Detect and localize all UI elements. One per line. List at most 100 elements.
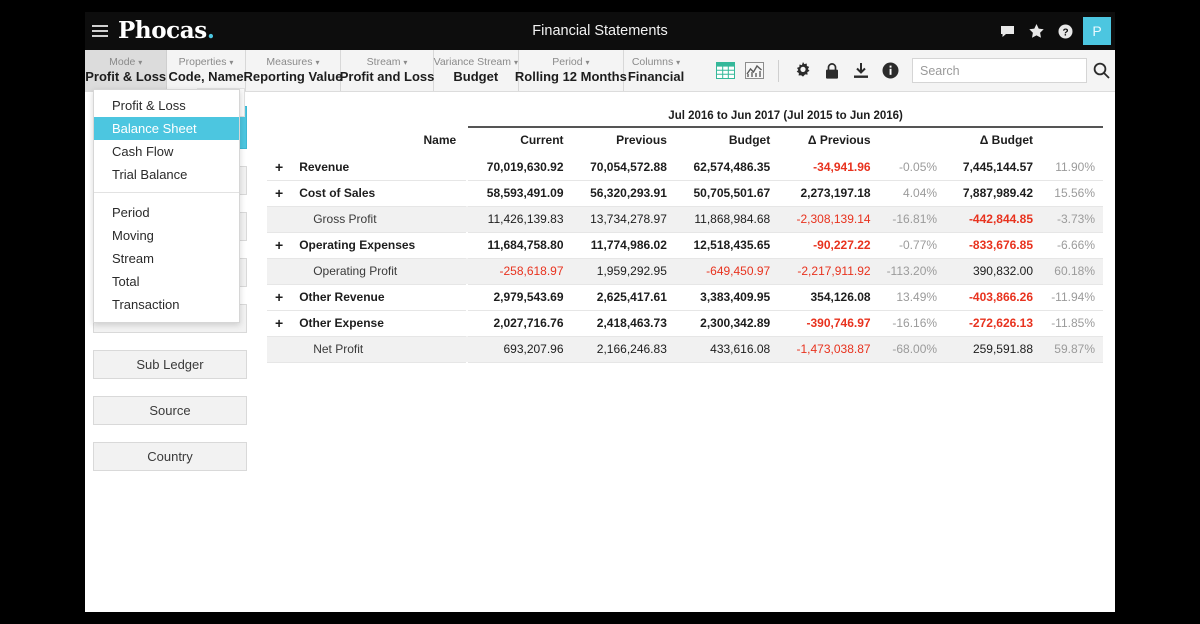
cell-delta-budget-pct: -11.94% (1041, 284, 1103, 311)
dropdown-item-cash-flow[interactable]: Cash Flow (94, 140, 239, 163)
column-header-previous[interactable]: Previous (572, 127, 675, 154)
column-header-delta-previous[interactable]: Δ Previous (778, 127, 878, 154)
toolbar-tab-period-value: Rolling 12 Months (514, 68, 627, 84)
row-expand-toggle[interactable]: + (267, 154, 292, 181)
cell-budget: -649,450.97 (674, 258, 779, 285)
app-window: Phocas. Financial Statements ? P Mode ▾ … (85, 12, 1115, 612)
dropdown-item-trial-balance[interactable]: Trial Balance (94, 163, 239, 186)
cell-previous: 13,734,278.97 (571, 206, 675, 233)
column-header-current[interactable]: Current (468, 127, 571, 154)
cell-delta-budget-pct: 11.90% (1041, 154, 1103, 181)
toolbar-divider (778, 59, 779, 82)
dropdown-item-cash-flow-label: Cash Flow (112, 144, 174, 159)
dropdown-item-stream[interactable]: Stream (94, 247, 239, 270)
table-head: Jul 2016 to Jun 2017 (Jul 2015 to Jun 20… (267, 110, 1103, 154)
row-name: Revenue (291, 154, 467, 181)
row-name: Net Profit (291, 336, 467, 363)
download-icon[interactable] (848, 58, 874, 84)
cell-delta-previous: -2,217,911.92 (778, 258, 879, 285)
toolbar-tab-properties[interactable]: Properties ▾ Code, Name (167, 50, 246, 91)
dropdown-item-moving[interactable]: Moving (94, 224, 239, 247)
dropdown-item-profit-and-loss-label: Profit & Loss (112, 98, 186, 113)
table-row[interactable]: Net Profit 693,207.96 2,166,246.83 433,6… (267, 336, 1103, 363)
lock-icon[interactable] (819, 58, 845, 84)
table-row[interactable]: + Revenue 70,019,630.92 70,054,572.88 62… (267, 154, 1103, 181)
cell-delta-budget: 259,591.88 (945, 336, 1041, 363)
toolbar-tab-columns[interactable]: Columns ▾ Financial (624, 50, 688, 91)
cell-delta-previous-pct: -0.77% (878, 232, 946, 259)
toolbar-tab-mode[interactable]: Mode ▾ Profit & Loss (85, 50, 168, 91)
row-expand-toggle[interactable]: + (267, 232, 292, 259)
cell-delta-previous-pct: -0.05% (878, 154, 946, 181)
cell-delta-budget: -442,844.85 (945, 206, 1041, 233)
toolbar-tab-measures-value: Reporting Value (243, 68, 343, 84)
toolbar-tab-variance-stream[interactable]: Variance Stream ▾ Budget (434, 50, 519, 91)
dropdown-item-profit-and-loss[interactable]: Profit & Loss (94, 94, 239, 117)
toolbar-tab-period-label: Period ▾ (552, 55, 590, 68)
cell-current: 693,207.96 (468, 336, 572, 363)
menu-icon[interactable] (92, 25, 108, 37)
row-name: Gross Profit (291, 206, 467, 233)
cell-previous: 56,320,293.91 (571, 180, 675, 207)
cell-delta-budget-pct: -6.66% (1041, 232, 1103, 259)
cell-delta-previous: -390,746.97 (778, 310, 879, 337)
column-header-budget[interactable]: Budget (675, 127, 778, 154)
cell-previous: 2,166,246.83 (571, 336, 675, 363)
dropdown-item-transaction[interactable]: Transaction (94, 293, 239, 316)
gear-icon[interactable] (790, 58, 816, 84)
phocas-logo: Phocas. (118, 19, 215, 44)
search-input[interactable] (912, 58, 1087, 83)
row-name: Other Revenue (291, 284, 467, 311)
chat-icon[interactable] (996, 12, 1018, 50)
star-icon[interactable] (1025, 12, 1047, 50)
avatar[interactable]: P (1083, 17, 1111, 45)
dropdown-item-balance-sheet[interactable]: Balance Sheet (94, 117, 239, 140)
toolbar-tab-columns-value: Financial (627, 68, 685, 84)
row-expand-toggle[interactable]: + (267, 284, 292, 311)
cell-current: 70,019,630.92 (468, 154, 572, 181)
group-header-spacer-expand (267, 110, 291, 127)
sidebar-item-source[interactable]: Source (93, 396, 247, 425)
table-row[interactable]: + Other Expense 2,027,716.76 2,418,463.7… (267, 310, 1103, 337)
row-expand-toggle[interactable]: + (267, 310, 292, 337)
toolbar-tab-period[interactable]: Period ▾ Rolling 12 Months (515, 50, 627, 91)
report-content: Jul 2016 to Jun 2017 (Jul 2015 to Jun 20… (255, 92, 1115, 611)
column-header-expand (267, 127, 291, 154)
toolbar-tab-measures[interactable]: Measures ▾ Reporting Value (243, 50, 343, 91)
cell-delta-previous-pct: 4.04% (878, 180, 946, 207)
cell-delta-budget: -272,626.13 (945, 310, 1041, 337)
table-row[interactable]: Gross Profit 11,426,139.83 13,734,278.97… (267, 206, 1103, 233)
toolbar-tab-measures-label: Measures ▾ (266, 55, 320, 68)
dropdown-item-total[interactable]: Total (94, 270, 239, 293)
cell-previous: 1,959,292.95 (571, 258, 675, 285)
info-icon[interactable] (877, 58, 903, 84)
cell-delta-previous-pct: 13.49% (878, 284, 946, 311)
toolbar-tab-mode-value: Profit & Loss (85, 68, 167, 84)
cell-delta-budget-pct: 59.87% (1041, 336, 1103, 363)
column-header-delta-budget[interactable]: Δ Budget (945, 127, 1041, 154)
toolbar-tab-columns-label: Columns ▾ (631, 55, 681, 68)
search-icon[interactable] (1087, 58, 1115, 84)
cell-previous: 70,054,572.88 (571, 154, 675, 181)
dropdown-item-period[interactable]: Period (94, 201, 239, 224)
cell-delta-previous-pct: -16.81% (878, 206, 946, 233)
cell-current: -258,618.97 (468, 258, 572, 285)
table-column-header-row: Name Current Previous Budget Δ Previous … (267, 127, 1103, 154)
table-row[interactable]: + Operating Expenses 11,684,758.80 11,77… (267, 232, 1103, 259)
grid-view-icon[interactable] (712, 58, 738, 84)
table-row[interactable]: + Other Revenue 2,979,543.69 2,625,417.6… (267, 284, 1103, 311)
table-row[interactable]: + Cost of Sales 58,593,491.09 56,320,293… (267, 180, 1103, 207)
row-expand-toggle (267, 258, 292, 285)
help-icon[interactable]: ? (1054, 12, 1076, 50)
toolbar-tab-stream-label: Stream ▾ (366, 55, 408, 68)
row-expand-toggle[interactable]: + (267, 180, 292, 207)
toolbar-tab-stream[interactable]: Stream ▾ Profit and Loss (340, 50, 434, 91)
table-row[interactable]: Operating Profit -258,618.97 1,959,292.9… (267, 258, 1103, 285)
sidebar-item-country[interactable]: Country (93, 442, 247, 471)
toolbar-tools (706, 50, 1115, 91)
cell-delta-budget: -833,676.85 (945, 232, 1041, 259)
chart-view-icon[interactable] (741, 58, 767, 84)
mode-dropdown-menu: Profit & Loss Balance Sheet Cash Flow Tr… (93, 89, 240, 323)
sidebar-item-sub-ledger[interactable]: Sub Ledger (93, 350, 247, 379)
